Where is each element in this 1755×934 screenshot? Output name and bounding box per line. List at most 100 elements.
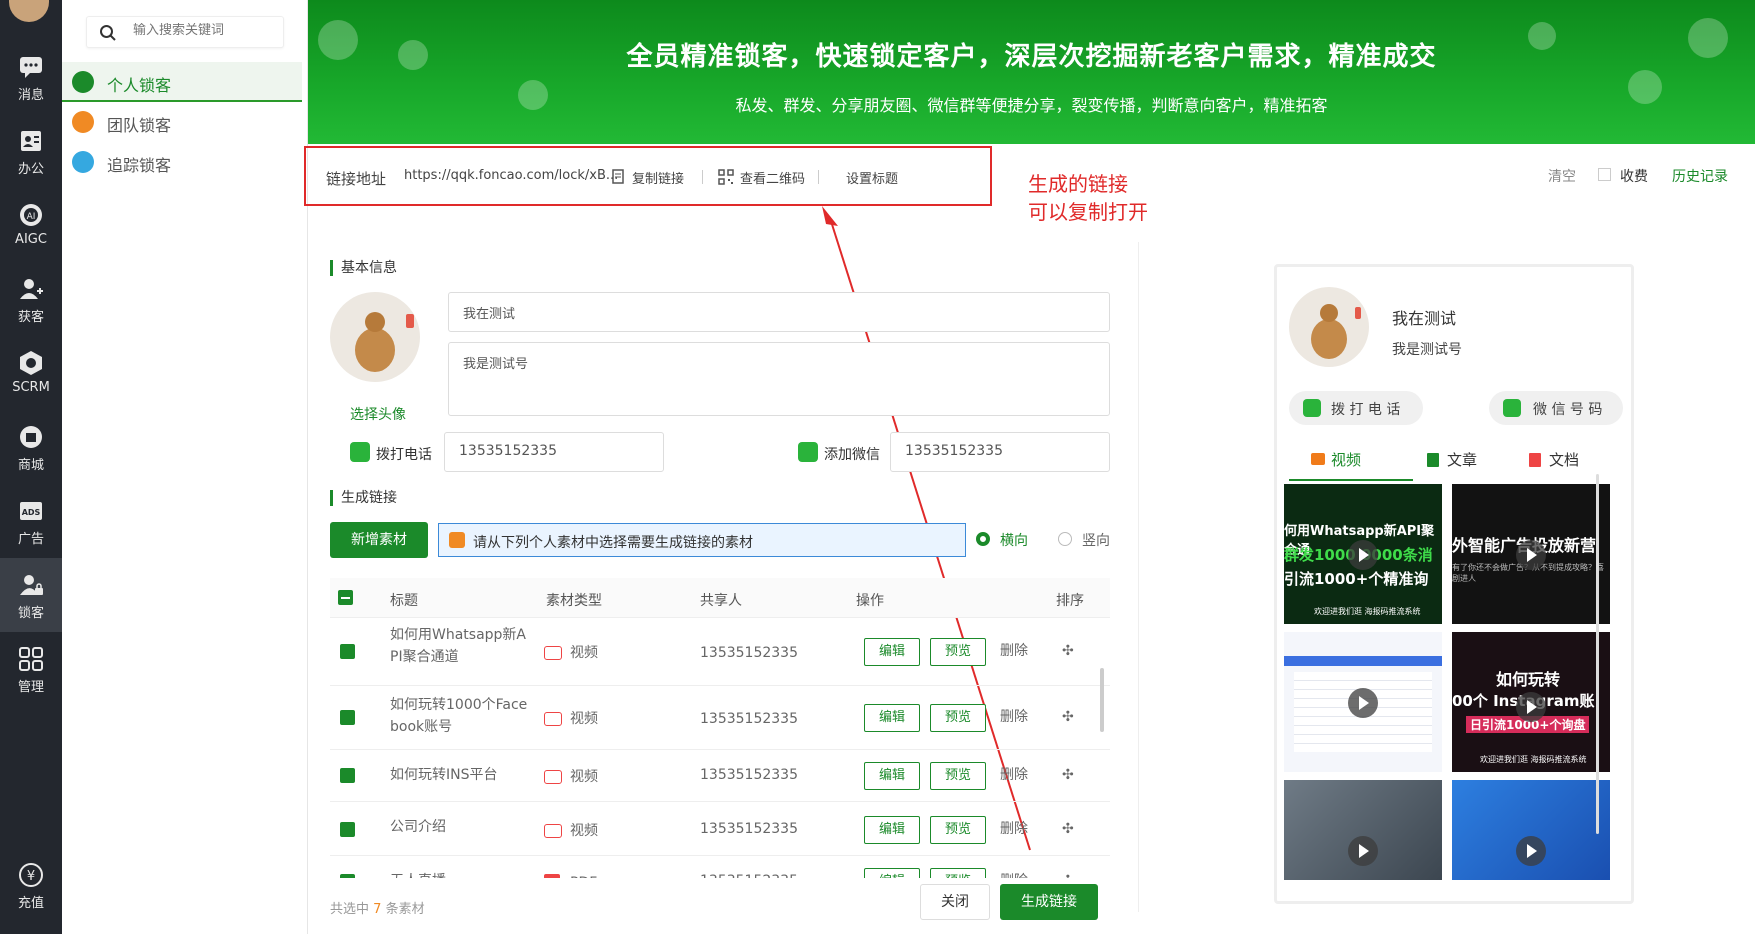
horizontal-radio[interactable]	[976, 532, 990, 546]
play-icon[interactable]	[1516, 836, 1546, 866]
preview-button[interactable]: 预览	[930, 704, 986, 732]
drag-handle-icon[interactable]: ✣	[1062, 706, 1074, 728]
row-checkbox[interactable]	[340, 710, 355, 725]
table-scrollbar[interactable]	[1100, 668, 1104, 732]
generate-link-button[interactable]: 生成链接	[1000, 884, 1098, 920]
table-row: 如何玩转INS平台 视频 13535152335 编辑 预览 删除 ✣	[330, 750, 1110, 802]
edit-button[interactable]: 编辑	[864, 704, 920, 732]
nav-item-team-lock[interactable]: 团队锁客	[62, 102, 302, 142]
svg-text:AI: AI	[27, 212, 36, 222]
preview-button[interactable]: 预览	[930, 816, 986, 844]
tab-document[interactable]: 文档	[1549, 449, 1579, 470]
collect-checkbox[interactable]	[1598, 168, 1611, 181]
rail-item-office[interactable]: 办公	[0, 114, 62, 188]
phone-icon	[350, 442, 370, 462]
add-material-button[interactable]: 新增素材	[330, 522, 428, 558]
rail-item-scrm[interactable]: SCRM	[0, 336, 62, 410]
drag-handle-icon[interactable]: ✣	[1062, 764, 1074, 786]
set-title-button[interactable]: 设置标题	[846, 168, 898, 187]
search-input[interactable]	[133, 23, 273, 38]
search-box[interactable]	[86, 16, 284, 48]
play-icon[interactable]	[1348, 836, 1378, 866]
play-icon[interactable]	[1516, 692, 1546, 722]
preview-scrollbar[interactable]	[1596, 474, 1599, 834]
edit-button[interactable]: 编辑	[864, 762, 920, 790]
tab-article[interactable]: 文章	[1447, 449, 1477, 470]
rail-item-lock[interactable]: 锁客	[0, 558, 62, 632]
delete-button[interactable]: 删除	[1000, 818, 1028, 840]
divider	[818, 170, 819, 184]
rail-item-manage[interactable]: 管理	[0, 632, 62, 706]
phone-field[interactable]: 13535152335	[444, 432, 664, 472]
history-button[interactable]: 历史记录	[1672, 166, 1728, 186]
nav-item-track-lock[interactable]: 追踪锁客	[62, 142, 302, 182]
track-icon	[72, 151, 94, 173]
section-generate-link: 生成链接	[330, 490, 397, 506]
link-url[interactable]: https://qqk.foncao.com/lock/xB...	[404, 168, 618, 183]
close-button[interactable]: 关闭	[920, 884, 990, 920]
video-thumbnail[interactable]	[1452, 780, 1610, 880]
row-checkbox[interactable]	[340, 822, 355, 837]
video-thumbnail[interactable]	[1284, 632, 1442, 772]
video-thumbnail[interactable]	[1284, 780, 1442, 880]
video-thumbnail[interactable]: 何用Whatsapp新API聚合通 群发1000 0000条消 引流1000+个…	[1284, 484, 1442, 624]
preview-button[interactable]: 预览	[930, 868, 986, 878]
row-checkbox[interactable]	[340, 644, 355, 659]
user-avatar[interactable]	[9, 0, 49, 22]
rail-item-acquire[interactable]: 获客	[0, 262, 62, 336]
drag-handle-icon[interactable]: ✣	[1062, 870, 1074, 878]
pdf-icon	[544, 874, 560, 878]
person-icon	[72, 71, 94, 93]
description-field[interactable]: 我是测试号	[448, 342, 1110, 416]
row-checkbox[interactable]	[340, 768, 355, 783]
copy-link-button[interactable]: 复制链接	[632, 168, 684, 187]
rail-item-shop[interactable]: 商城	[0, 410, 62, 484]
edit-button[interactable]: 编辑	[864, 868, 920, 878]
edit-button[interactable]: 编辑	[864, 816, 920, 844]
section-basic-info: 基本信息	[330, 260, 397, 276]
clear-button[interactable]: 清空	[1548, 166, 1576, 186]
grid-icon	[19, 647, 43, 671]
play-icon[interactable]	[1348, 540, 1378, 570]
video-thumbnail[interactable]: 外智能广告投放新营 有了你还不会做广告？从不到提成攻略？喜剧进人	[1452, 484, 1610, 624]
video-icon	[544, 770, 562, 784]
preview-wechat-button[interactable]: 微 信 号 码	[1489, 391, 1623, 425]
avatar-image[interactable]	[330, 292, 420, 382]
video-thumbnail[interactable]: 如何玩转 00个 Instagram账 日引流1000+个询盘 欢迎进我们逛 海…	[1452, 632, 1610, 772]
rail-item-message[interactable]: 消息	[0, 40, 62, 114]
drag-handle-icon[interactable]: ✣	[1062, 818, 1074, 840]
annotation-text: 生成的链接 可以复制打开	[1028, 172, 1148, 224]
preview-button[interactable]: 预览	[930, 638, 986, 666]
column-divider	[1138, 242, 1139, 912]
delete-button[interactable]: 删除	[1000, 640, 1028, 662]
vertical-radio[interactable]	[1058, 532, 1072, 546]
indeterminate-mark	[341, 597, 350, 599]
rail-item-aigc[interactable]: AI AIGC	[0, 188, 62, 262]
preview-button[interactable]: 预览	[930, 762, 986, 790]
chat-icon	[20, 57, 42, 78]
nav-item-personal-lock[interactable]: 个人锁客	[62, 62, 302, 102]
name-field[interactable]: 我在测试	[448, 292, 1110, 332]
wechat-field[interactable]: 13535152335	[890, 432, 1110, 472]
delete-button[interactable]: 删除	[1000, 870, 1028, 878]
drag-handle-icon[interactable]: ✣	[1062, 640, 1074, 662]
wechat-icon	[798, 442, 818, 462]
delete-button[interactable]: 删除	[1000, 706, 1028, 728]
hex-icon	[20, 351, 42, 375]
avatar-figure	[355, 312, 395, 372]
edit-button[interactable]: 编辑	[864, 638, 920, 666]
rail-item-ads[interactable]: ADS 广告	[0, 484, 62, 558]
svg-text:ADS: ADS	[22, 508, 41, 517]
rail-item-recharge[interactable]: ¥ 充值	[0, 848, 62, 922]
delete-button[interactable]: 删除	[1000, 764, 1028, 786]
banner-title: 全员精准锁客，快速锁定客户，深层次挖掘新老客户需求，精准成交	[626, 42, 1437, 72]
divider	[702, 170, 703, 184]
play-icon[interactable]	[1516, 540, 1546, 570]
row-checkbox[interactable]	[340, 874, 355, 878]
screenshot-bar	[1284, 656, 1442, 666]
preview-call-button[interactable]: 拨 打 电 话	[1289, 391, 1423, 425]
link-label: 链接地址	[326, 170, 387, 188]
choose-avatar-link[interactable]: 选择头像	[350, 404, 406, 424]
play-icon[interactable]	[1348, 688, 1378, 718]
view-qrcode-button[interactable]: 查看二维码	[740, 168, 805, 187]
